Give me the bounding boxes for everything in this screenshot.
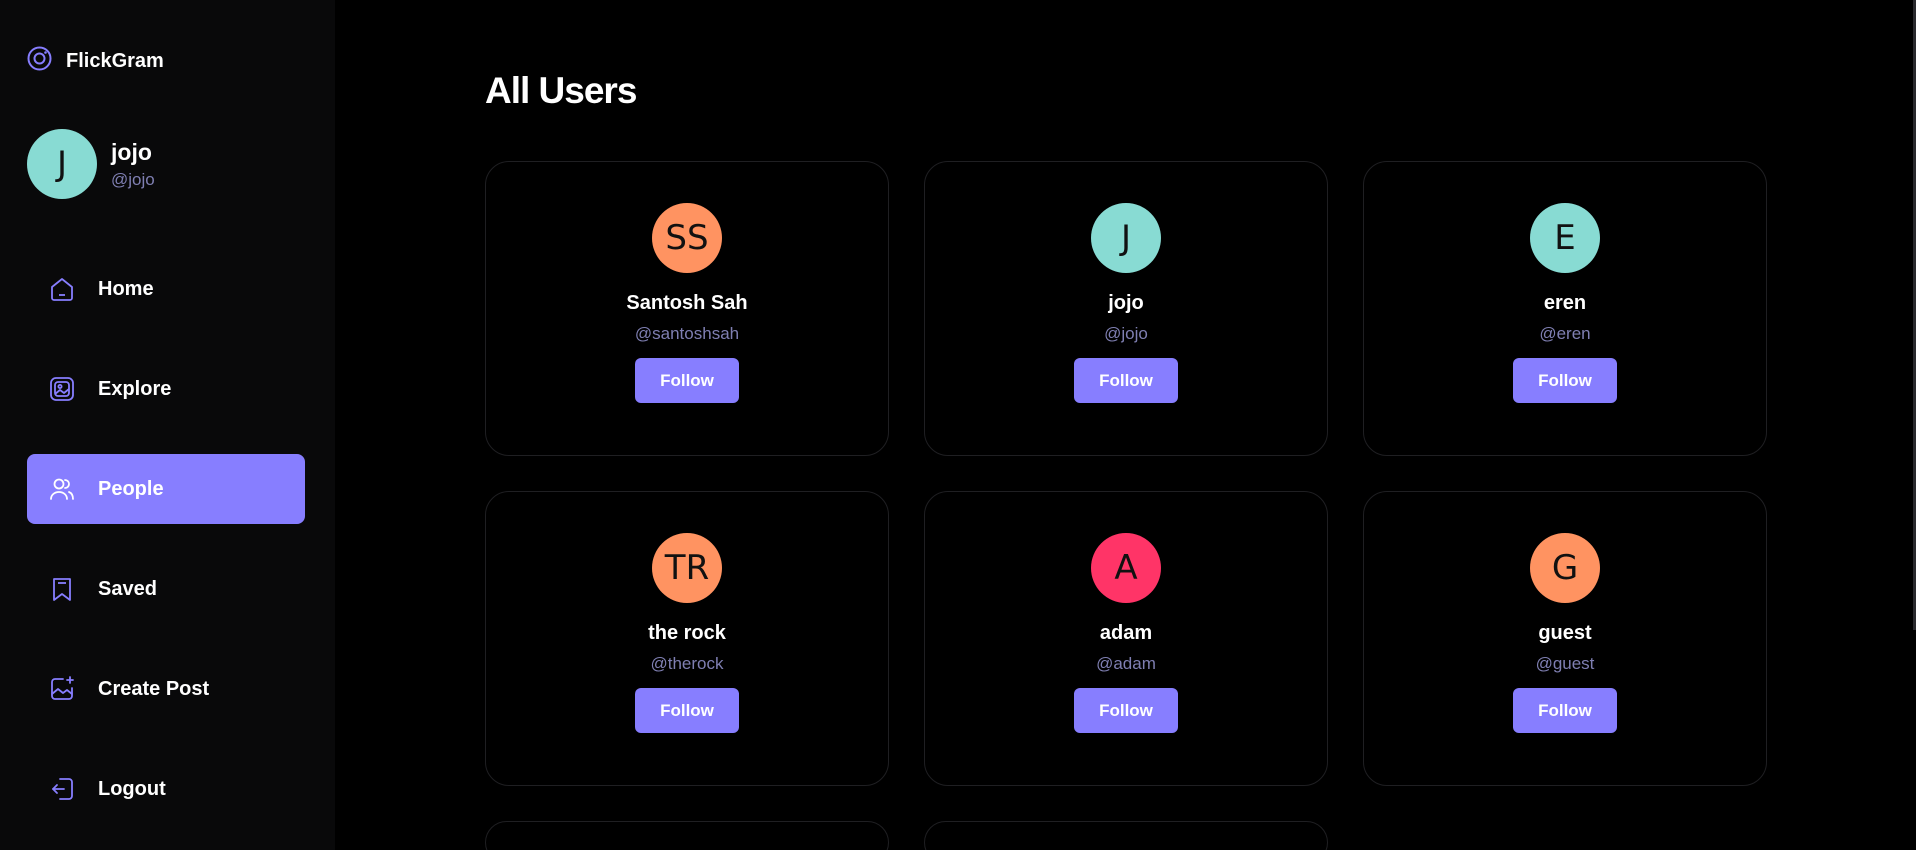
follow-button[interactable]: Follow bbox=[1074, 358, 1178, 403]
sidebar-item-logout[interactable]: Logout bbox=[27, 754, 305, 824]
user-card[interactable]: G guest @guest Follow bbox=[1363, 491, 1767, 786]
sidebar-item-label: Create Post bbox=[98, 677, 210, 700]
sidebar-item-label: Saved bbox=[98, 577, 157, 600]
sidebar-item-people[interactable]: People bbox=[27, 454, 305, 524]
camera-icon bbox=[27, 46, 52, 76]
avatar: J bbox=[27, 129, 97, 199]
user-card[interactable]: TR the rock @therock Follow bbox=[485, 491, 889, 786]
user-name: guest bbox=[1538, 622, 1592, 644]
sidebar-item-label: Logout bbox=[98, 777, 166, 800]
user-name: the rock bbox=[648, 622, 726, 644]
avatar: E bbox=[1530, 203, 1600, 273]
sidebar-item-label: People bbox=[98, 477, 164, 500]
gallery-icon bbox=[47, 374, 77, 404]
follow-button[interactable]: Follow bbox=[635, 358, 739, 403]
avatar: SS bbox=[652, 203, 722, 273]
people-icon bbox=[47, 474, 77, 504]
bookmark-icon bbox=[47, 574, 77, 604]
sidebar-item-label: Explore bbox=[98, 377, 172, 400]
follow-button[interactable]: Follow bbox=[1513, 688, 1617, 733]
main-content: All Users SS Santosh Sah @santoshsah Fol… bbox=[335, 0, 1916, 850]
sidebar-item-create-post[interactable]: Create Post bbox=[27, 654, 305, 724]
user-card[interactable]: SS Santosh Sah @santoshsah Follow bbox=[485, 161, 889, 456]
avatar: G bbox=[1530, 533, 1600, 603]
profile-summary[interactable]: J jojo @jojo bbox=[27, 129, 155, 199]
sidebar-item-explore[interactable]: Explore bbox=[27, 354, 305, 424]
brand-name: FlickGram bbox=[66, 49, 164, 72]
avatar: J bbox=[1091, 203, 1161, 273]
user-card[interactable]: J jojo @jojo Follow bbox=[924, 161, 1328, 456]
sidebar: FlickGram J jojo @jojo Home Explore Peop… bbox=[0, 0, 335, 850]
user-name: adam bbox=[1099, 622, 1153, 644]
user-handle: @eren bbox=[1539, 324, 1591, 343]
follow-button[interactable]: Follow bbox=[1513, 358, 1617, 403]
user-card[interactable] bbox=[485, 821, 889, 850]
user-handle: @therock bbox=[650, 654, 724, 673]
user-name: eren bbox=[1543, 292, 1587, 314]
follow-button[interactable]: Follow bbox=[635, 688, 739, 733]
user-name: Santosh Sah bbox=[626, 292, 748, 314]
home-icon bbox=[47, 274, 77, 304]
sidebar-item-label: Home bbox=[98, 277, 154, 300]
user-name: jojo bbox=[1108, 292, 1144, 314]
page-title: All Users bbox=[485, 70, 637, 111]
sidebar-item-saved[interactable]: Saved bbox=[27, 554, 305, 624]
sidebar-nav: Home Explore People Saved Create Post Lo… bbox=[27, 254, 305, 850]
follow-button[interactable]: Follow bbox=[1074, 688, 1178, 733]
logout-icon bbox=[47, 774, 77, 804]
profile-handle: @jojo bbox=[111, 169, 155, 189]
user-card[interactable] bbox=[924, 821, 1328, 850]
profile-name: jojo bbox=[111, 138, 152, 165]
user-handle: @santoshsah bbox=[634, 324, 740, 343]
avatar: A bbox=[1091, 533, 1161, 603]
user-handle: @guest bbox=[1535, 654, 1595, 673]
avatar: TR bbox=[652, 533, 722, 603]
sidebar-item-home[interactable]: Home bbox=[27, 254, 305, 324]
user-grid: SS Santosh Sah @santoshsah Follow J jojo… bbox=[485, 161, 1767, 850]
image-plus-icon bbox=[47, 674, 77, 704]
user-card[interactable]: E eren @eren Follow bbox=[1363, 161, 1767, 456]
user-handle: @adam bbox=[1096, 654, 1156, 673]
user-card[interactable]: A adam @adam Follow bbox=[924, 491, 1328, 786]
user-handle: @jojo bbox=[1104, 324, 1148, 343]
app-root: FlickGram J jojo @jojo Home Explore Peop… bbox=[0, 0, 1916, 850]
brand-logo[interactable]: FlickGram bbox=[27, 46, 164, 76]
